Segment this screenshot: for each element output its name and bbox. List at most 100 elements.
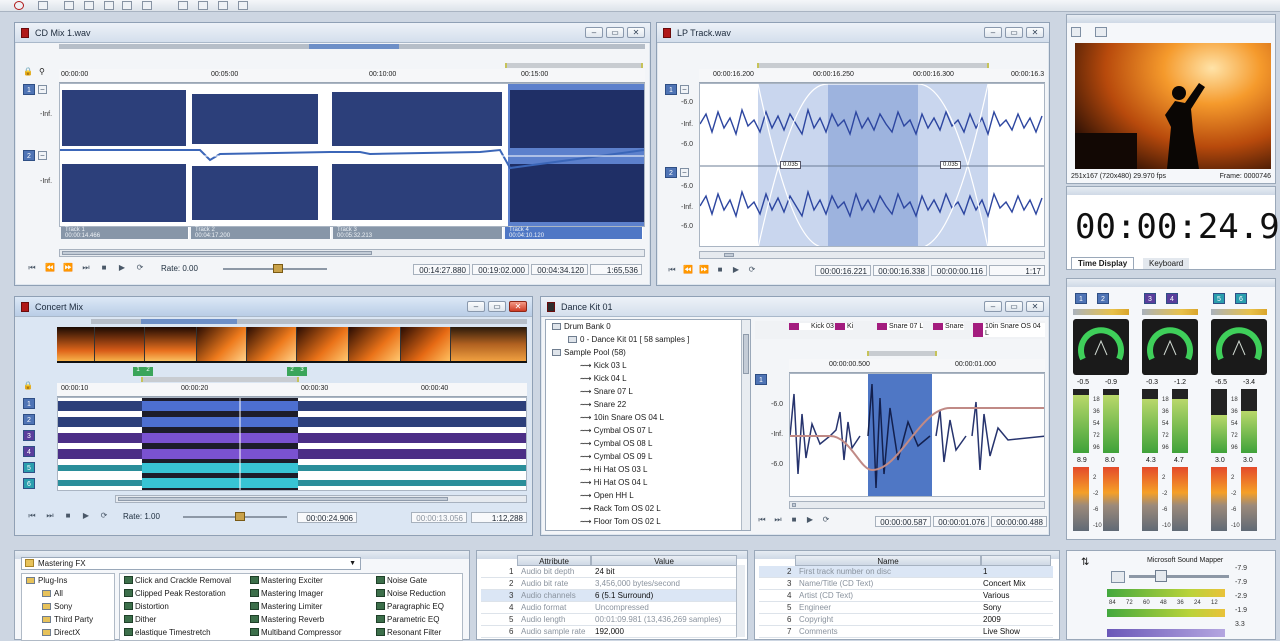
sample-marker[interactable]: Snare xyxy=(933,323,964,330)
stop-icon[interactable]: ■ xyxy=(789,515,799,525)
tree-item-sample[interactable]: ⟿ Kick 03 L xyxy=(580,361,627,370)
fade-in-label[interactable]: 0.035 xyxy=(780,161,802,169)
meter-channel-button[interactable]: 2 xyxy=(1097,293,1109,304)
play-icon[interactable]: ▶ xyxy=(731,265,741,275)
attribute-row[interactable]: 3 Audio channels 6 (5.1 Surround) xyxy=(481,590,737,602)
forward-icon[interactable]: ⏩ xyxy=(699,265,709,275)
tree-item-sony[interactable]: Sony xyxy=(42,602,72,611)
panel-grip[interactable] xyxy=(1067,15,1275,23)
fx-plugin-item[interactable]: Click and Crackle Removal xyxy=(124,576,231,585)
rate-slider[interactable] xyxy=(223,264,327,273)
overview-view[interactable] xyxy=(141,319,237,324)
scroll-thumb[interactable] xyxy=(792,503,796,507)
overview-bar[interactable] xyxy=(59,44,645,49)
panel-grip[interactable] xyxy=(1067,187,1275,195)
scroll-thumb[interactable] xyxy=(118,497,448,501)
go-start-icon[interactable]: ⏮ xyxy=(667,265,677,275)
play-looped-icon[interactable]: ⟳ xyxy=(747,265,757,275)
fade-out-label[interactable]: 0.035 xyxy=(940,161,962,169)
region-track-2[interactable]: Track 2 00:04:17.200 xyxy=(191,227,331,239)
cd-mix-titlebar[interactable]: CD Mix 1.wav – ▭ ✕ xyxy=(15,23,650,43)
column-header-value[interactable]: Value xyxy=(591,555,737,566)
attribute-row[interactable]: 1 Audio bit depth 24 bit xyxy=(481,566,737,578)
zoom-ratio[interactable]: 1:65,536 xyxy=(590,264,642,275)
scroll-thumb[interactable] xyxy=(743,334,749,374)
go-end-icon[interactable]: ⏭ xyxy=(45,511,55,521)
waveform-display[interactable] xyxy=(59,83,645,227)
tree-item-kit[interactable]: 0 - Dance Kit 01 [ 58 samples ] xyxy=(568,335,689,344)
cd-text-row[interactable]: 2 First track number on disc 1 xyxy=(759,566,1053,578)
fx-plugin-item[interactable]: Mastering Limiter xyxy=(250,602,322,611)
selection-end-time[interactable]: 00:00:16.338 xyxy=(873,265,929,276)
channel-2-button[interactable]: 2 xyxy=(23,150,35,161)
stop-icon[interactable]: ■ xyxy=(715,265,725,275)
go-start-icon[interactable] xyxy=(142,1,152,10)
sample-marker[interactable]: 10in Snare OS 04 L xyxy=(973,323,1045,337)
overview-bar[interactable] xyxy=(91,319,527,324)
attribute-row[interactable]: 5 Audio length 00:01:09.981 (13,436,269 sa… xyxy=(481,614,737,626)
restore-button[interactable]: ▭ xyxy=(1005,27,1023,38)
loop-region[interactable] xyxy=(141,377,299,382)
tree-item-sample[interactable]: ⟿ Cymbal OS 08 L xyxy=(580,439,652,448)
cursor-time[interactable]: 00:00:24.906 xyxy=(297,512,357,523)
restore-button[interactable]: ▭ xyxy=(488,301,506,312)
snap-icon[interactable]: ⚲ xyxy=(39,67,45,76)
attribute-row[interactable]: 6 Audio sample rate 192,000 xyxy=(481,626,737,638)
overview-view[interactable] xyxy=(309,44,399,49)
selection-length-time[interactable]: 00:04:34.120 xyxy=(531,264,588,275)
rate-slider[interactable] xyxy=(183,512,287,521)
meter-channel-button[interactable]: 3 xyxy=(1144,293,1156,304)
meter-channel-button[interactable]: 1 xyxy=(1075,293,1087,304)
selection-length-time[interactable]: 00:00:13.056 xyxy=(411,512,467,523)
column-header-attribute[interactable]: Attribute xyxy=(517,555,591,566)
tree-item-all[interactable]: All xyxy=(42,589,63,598)
fx-folder-dropdown[interactable]: Mastering FX ▼ xyxy=(21,557,361,570)
attribute-row[interactable]: 4 Audio format Uncompressed xyxy=(481,602,737,614)
close-button[interactable]: ✕ xyxy=(1026,301,1044,312)
lock-icon[interactable]: 🔒 xyxy=(23,67,33,76)
play-all-icon[interactable] xyxy=(84,1,94,10)
rewind-icon[interactable]: ⏪ xyxy=(683,265,693,275)
play-icon[interactable]: ▶ xyxy=(81,511,91,521)
go-start-icon[interactable]: ⏮ xyxy=(27,263,37,273)
rate-slider-thumb[interactable] xyxy=(273,264,283,273)
play-looped-icon[interactable]: ⟳ xyxy=(99,511,109,521)
tree-item-third-party[interactable]: Third Party xyxy=(42,615,93,624)
tree-item-sample[interactable]: ⟿ Cymbal OS 09 L xyxy=(580,452,652,461)
scroll-thumb[interactable] xyxy=(724,253,734,257)
track-2-button[interactable]: 2 xyxy=(23,414,35,425)
tree-item-directx[interactable]: DirectX xyxy=(42,628,80,637)
go-end-icon[interactable]: ⏭ xyxy=(81,263,91,273)
zoom-ratio[interactable]: 1:17 xyxy=(989,265,1045,276)
minimize-button[interactable]: – xyxy=(984,27,1002,38)
tree-item-sample[interactable]: ⟿ Rack Tom OS 02 L xyxy=(580,504,661,513)
fx-plugin-item[interactable]: Multiband Compressor xyxy=(250,628,341,637)
next-icon[interactable] xyxy=(238,1,248,10)
cd-text-row[interactable]: 4 Artist (CD Text) Various xyxy=(759,590,1053,602)
play-icon[interactable]: ▶ xyxy=(117,263,127,273)
track-3-button[interactable]: 3 xyxy=(23,430,35,441)
fx-plugin-item[interactable]: Dither xyxy=(124,615,156,624)
fx-plugin-item[interactable]: Mastering Reverb xyxy=(250,615,324,624)
minimize-button[interactable]: – xyxy=(585,27,603,38)
tab-time-display[interactable]: Time Display xyxy=(1071,257,1135,269)
waveform-display[interactable]: 0.035 0.035 xyxy=(699,83,1045,247)
horizontal-scrollbar[interactable] xyxy=(699,251,1045,259)
tab-keyboard[interactable]: Keyboard xyxy=(1143,258,1190,269)
meter-channel-button[interactable]: 4 xyxy=(1166,293,1178,304)
fx-plugin-item[interactable]: Clipped Peak Restoration xyxy=(124,589,226,598)
tree-item-sample[interactable]: ⟿ Floor Tom OS 02 L xyxy=(580,517,661,526)
fx-plugin-item[interactable]: Noise Gate xyxy=(376,576,427,585)
play-looped-icon[interactable]: ⟳ xyxy=(135,263,145,273)
zoom-ratio[interactable]: 1:12,288 xyxy=(471,512,527,523)
meter-channel-button[interactable]: 5 xyxy=(1213,293,1225,304)
go-end-icon[interactable]: ⏭ xyxy=(773,515,783,525)
master-fader[interactable] xyxy=(1129,570,1229,582)
external-monitor-icon[interactable] xyxy=(1095,27,1107,37)
selection-length-time[interactable]: 00:00:00.116 xyxy=(931,265,987,276)
tree-item-plugins[interactable]: Plug-Ins xyxy=(26,576,67,585)
master-fader-thumb[interactable] xyxy=(1155,570,1167,582)
fx-plugin-item[interactable]: Mastering Exciter xyxy=(250,576,323,585)
tree-item-sample[interactable]: ⟿ Snare 07 L xyxy=(580,387,633,396)
attribute-row[interactable]: 2 Audio bit rate 3,456,000 bytes/second xyxy=(481,578,737,590)
